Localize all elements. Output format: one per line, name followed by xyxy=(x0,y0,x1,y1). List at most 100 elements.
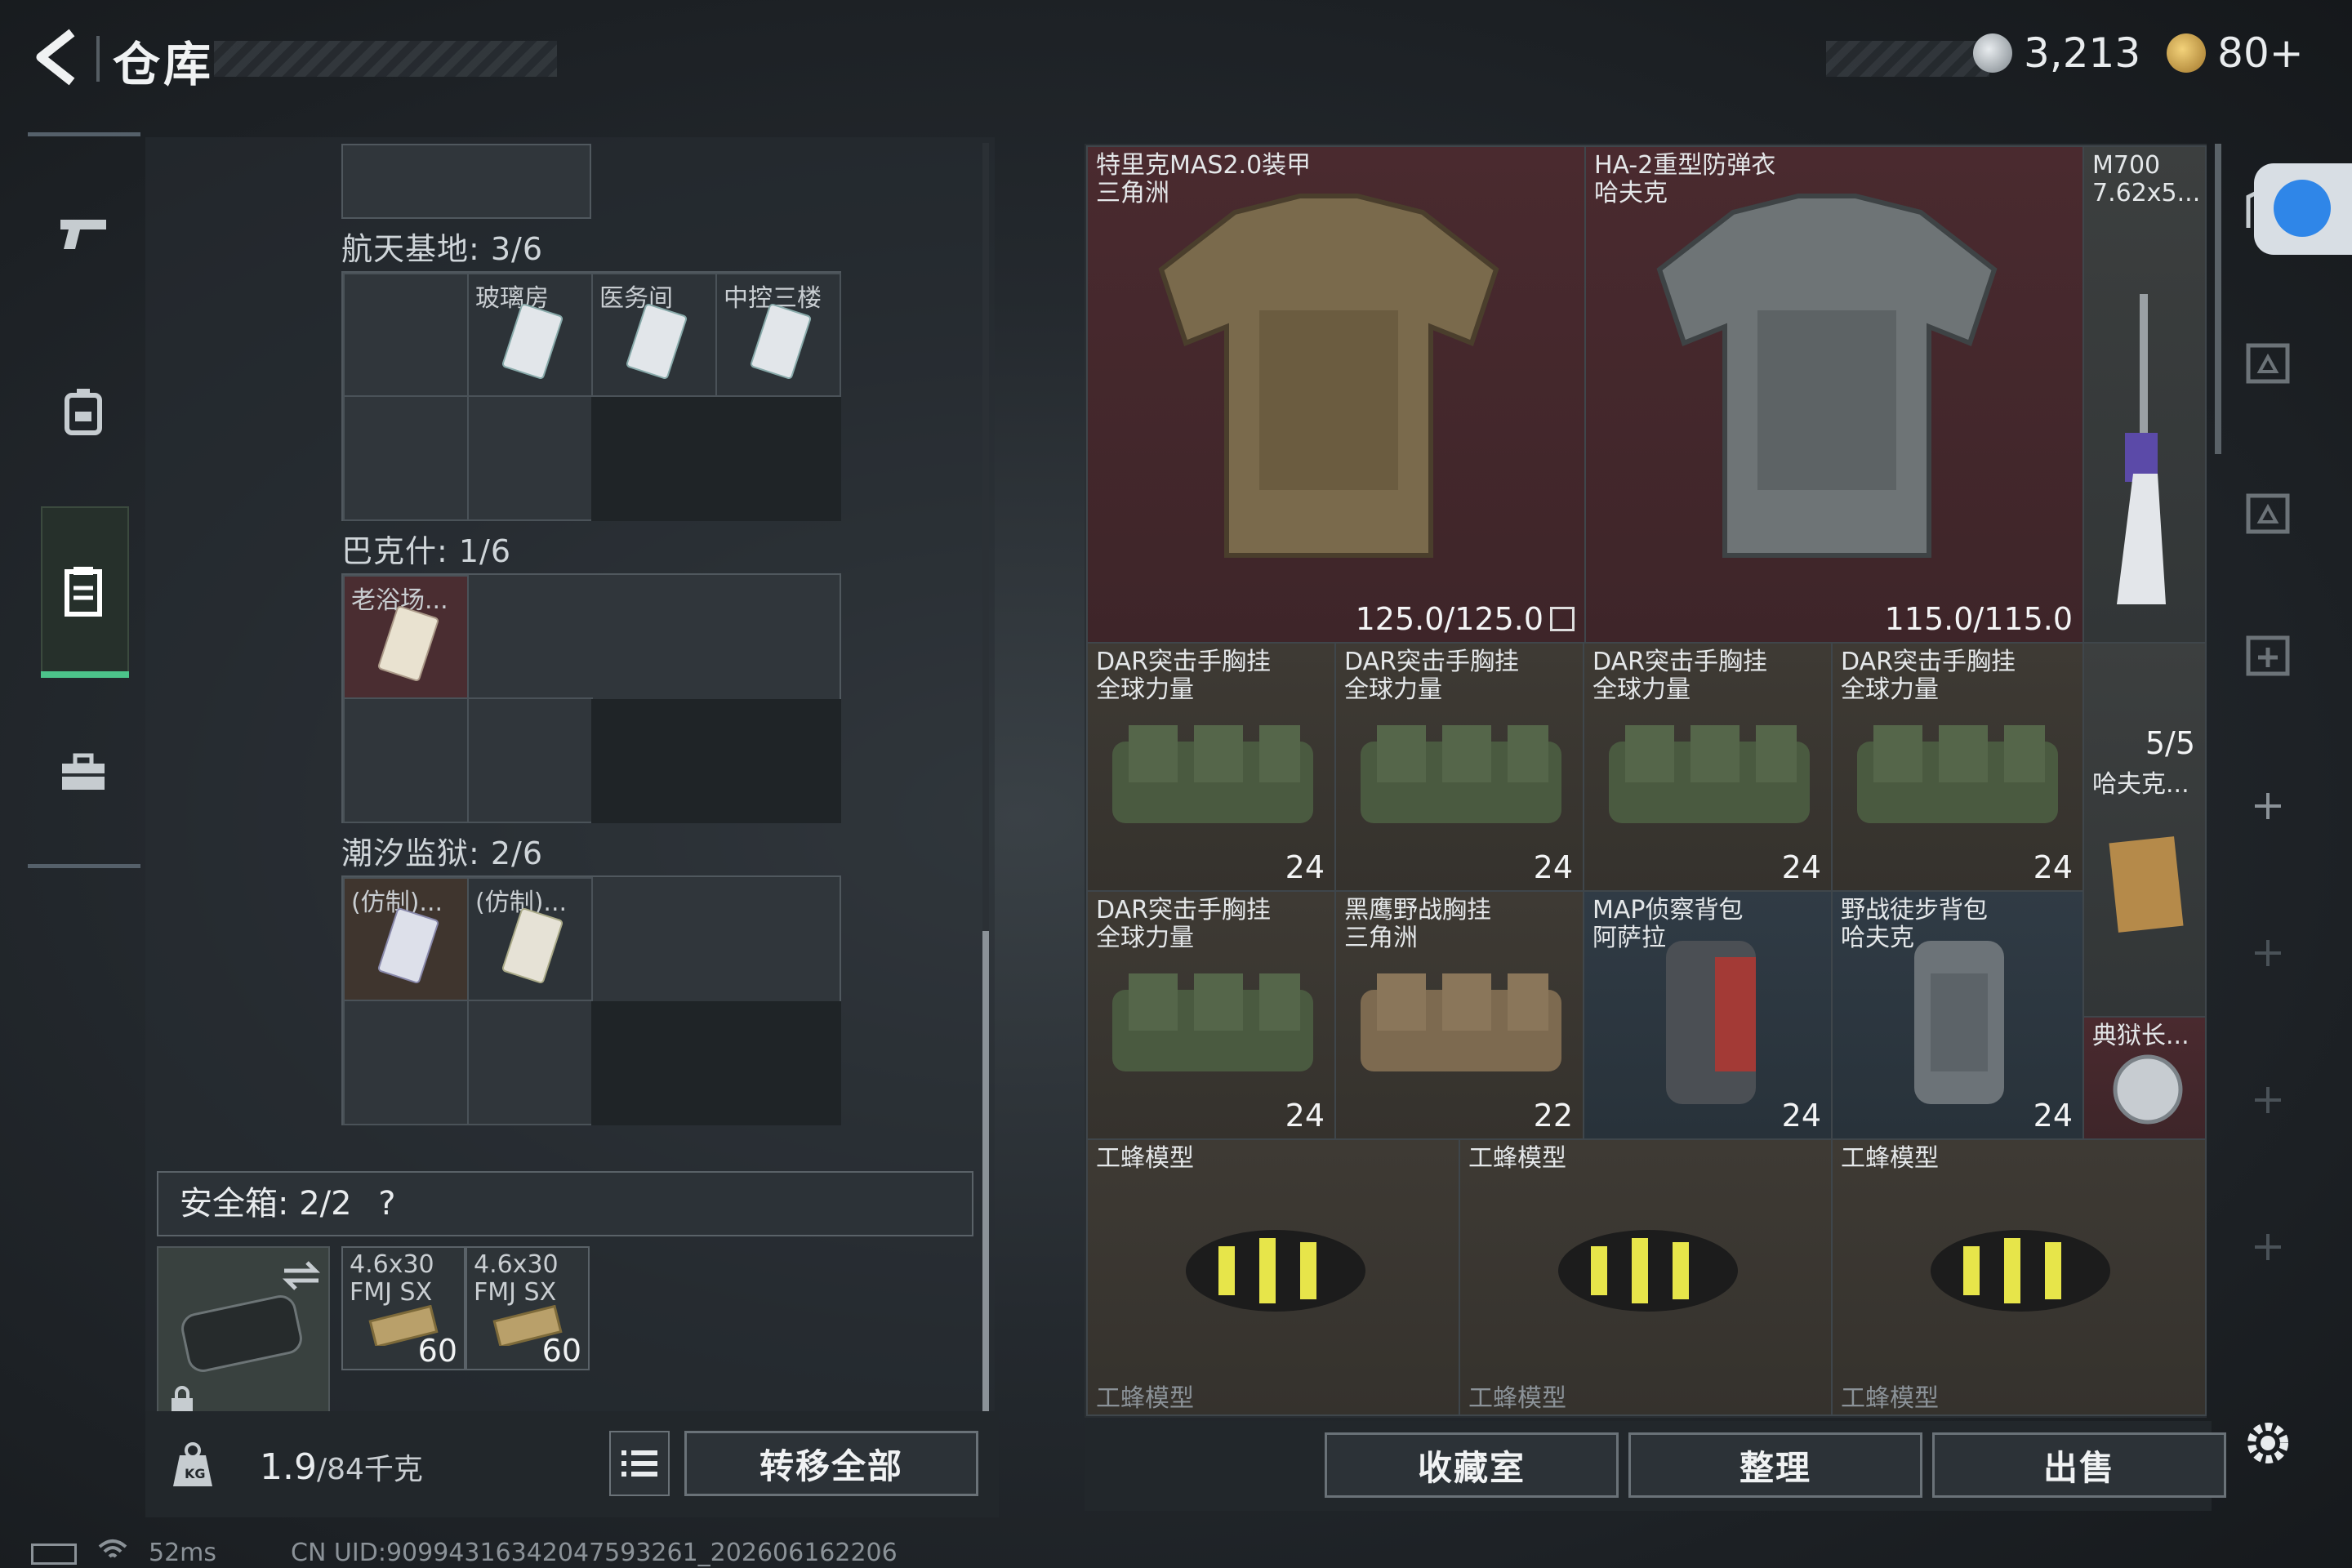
list-view-button[interactable] xyxy=(609,1431,670,1496)
section-label-aerospace: 航天基地: 3/6 xyxy=(341,231,544,267)
uid-text: CN UID:90994316342047593261_202606162206 xyxy=(291,1539,898,1567)
no-insure-icon xyxy=(1550,607,1575,631)
help-icon[interactable]: ? xyxy=(378,1185,395,1223)
nav-toolbox-icon[interactable] xyxy=(51,740,116,805)
item-name: 黑鹰野战胸挂 三角洲 xyxy=(1344,896,1491,952)
chest-rig-item[interactable]: 黑鹰野战胸挂 三角洲 22 xyxy=(1334,890,1584,1140)
keycard-item[interactable]: 玻璃房 xyxy=(467,273,593,397)
collection-room-button[interactable]: 收藏室 xyxy=(1325,1432,1619,1498)
ammo-item[interactable]: 4.6x30 FMJ SX 60 xyxy=(341,1246,466,1370)
settings-gear-icon[interactable] xyxy=(2239,1414,2296,1472)
chest-rig-item[interactable]: DAR突击手胸挂 全球力量 24 xyxy=(1831,642,2084,892)
count-stat: 5/5 xyxy=(2145,725,2195,761)
left-scrollbar-thumb[interactable] xyxy=(982,931,989,1417)
item-name: 工蜂模型 xyxy=(1841,1384,1939,1413)
sell-button[interactable]: 出售 xyxy=(1932,1432,2226,1498)
item-name: 工蜂模型 xyxy=(1468,1384,1566,1413)
nav-storage-icon[interactable] xyxy=(51,559,116,624)
durability-stat: 115.0/115.0 xyxy=(1884,601,2073,637)
ping-value: 52ms xyxy=(149,1539,217,1567)
grid-mask xyxy=(591,1001,841,1125)
silver-coin-icon xyxy=(1973,33,2012,73)
ammo-count: 60 xyxy=(541,1333,581,1369)
safe-case-item[interactable] xyxy=(157,1246,330,1419)
nav-bottom-line xyxy=(28,864,140,868)
storage-slot-icon[interactable] xyxy=(2239,485,2296,542)
nav-backpack-icon[interactable] xyxy=(51,379,116,444)
document-item[interactable]: 5/5 哈夫克... xyxy=(2082,642,2207,1018)
empty-slot[interactable] xyxy=(343,273,469,397)
keycard-item[interactable]: 老浴场... xyxy=(343,575,469,699)
plus-icon[interactable] xyxy=(2239,924,2296,982)
keycard-item[interactable]: (仿制)... xyxy=(343,877,469,1001)
ammo-count: 60 xyxy=(417,1333,457,1369)
armor-item[interactable]: 特里克MAS2.0装甲 三角洲 125.0/125.0 xyxy=(1086,145,1586,644)
header-hatch xyxy=(214,41,557,77)
item-name: DAR突击手胸挂 全球力量 xyxy=(1344,648,1519,704)
empty-slot[interactable] xyxy=(343,1000,469,1125)
organize-button[interactable]: 整理 xyxy=(1628,1432,1922,1498)
capacity-stat: 24 xyxy=(1285,1098,1325,1134)
list-icon xyxy=(621,1450,657,1477)
item-name: DAR突击手胸挂 全球力量 xyxy=(1592,648,1767,704)
chest-rig-item[interactable]: DAR突击手胸挂 全球力量 24 xyxy=(1583,642,1833,892)
item-name: DAR突击手胸挂 全球力量 xyxy=(1841,648,2016,704)
grid-top-remnant xyxy=(341,144,591,219)
chest-rig-item[interactable]: DAR突击手胸挂 全球力量 24 xyxy=(1086,890,1336,1140)
plus-icon[interactable] xyxy=(2239,1218,2296,1276)
item-name: 工蜂模型 xyxy=(1096,1384,1194,1413)
empty-slot[interactable] xyxy=(343,697,469,823)
weight-display: 1.9/84千克 xyxy=(260,1446,423,1488)
transfer-all-button[interactable]: 转移全部 xyxy=(684,1431,978,1496)
capacity-stat: 24 xyxy=(2033,849,2073,885)
empty-slot[interactable] xyxy=(467,1000,593,1125)
status-footer: 52ms CN UID:90994316342047593261_2026061… xyxy=(0,1535,2352,1568)
capacity-stat: 24 xyxy=(1781,1098,1821,1134)
medal-item[interactable]: 典狱长... xyxy=(2082,1016,2207,1140)
plus-icon[interactable] xyxy=(2239,777,2296,835)
section-label-bakhsh: 巴克什: 1/6 xyxy=(341,533,512,569)
grid-mask xyxy=(591,699,841,823)
capacity-stat: 24 xyxy=(2033,1098,2073,1134)
keycard-item[interactable]: (仿制)... xyxy=(467,877,593,1001)
weight-current: 1.9 xyxy=(260,1446,317,1488)
keycard-item[interactable]: 医务间 xyxy=(591,273,717,397)
item-name: DAR突击手胸挂 全球力量 xyxy=(1096,896,1271,952)
empty-slot[interactable] xyxy=(467,395,593,521)
backpack-item[interactable]: MAP侦察背包 阿萨拉 24 xyxy=(1583,890,1833,1140)
capacity-stat: 24 xyxy=(1285,849,1325,885)
backpack-item[interactable]: 野战徒步背包 哈夫克 24 xyxy=(1831,890,2084,1140)
accessibility-icon xyxy=(2274,180,2331,237)
armor-item[interactable]: HA-2重型防弹衣 哈夫克 115.0/115.0 xyxy=(1584,145,2084,644)
safe-box-label: 安全箱: 2/2 xyxy=(180,1185,352,1223)
storage-slot-icon[interactable] xyxy=(2239,335,2296,392)
chest-rig-item[interactable]: DAR突击手胸挂 全球力量 24 xyxy=(1086,642,1336,892)
worker-bee-model-item[interactable]: 工蜂模型 工蜂模型 xyxy=(1086,1138,1460,1416)
swap-icon[interactable] xyxy=(281,1259,322,1292)
nav-weapon-icon[interactable] xyxy=(51,201,116,266)
keycard-item[interactable]: 中控三楼 xyxy=(715,273,841,397)
plus-icon[interactable] xyxy=(2239,1071,2296,1129)
currency-gold-value: 80+ xyxy=(2217,29,2304,77)
wifi-icon xyxy=(96,1535,129,1568)
item-name: DAR突击手胸挂 全球力量 xyxy=(1096,648,1271,704)
header-divider xyxy=(96,36,100,82)
empty-slot[interactable] xyxy=(467,697,593,823)
right-scrollbar[interactable] xyxy=(2215,144,2221,454)
currency-display[interactable]: 3,213 80+ xyxy=(1973,29,2304,77)
item-name: M700 7.62x5... xyxy=(2092,151,2201,207)
section-label-tidal-prison: 潮汐监狱: 2/6 xyxy=(341,835,544,871)
battery-icon xyxy=(31,1544,77,1565)
svg-text:KG: KG xyxy=(185,1466,206,1481)
ammo-item[interactable]: 4.6x30 FMJ SX 60 xyxy=(466,1246,590,1370)
capacity-stat: 24 xyxy=(1533,849,1573,885)
accessibility-button[interactable] xyxy=(2254,163,2352,255)
add-storage-icon[interactable] xyxy=(2239,627,2296,684)
worker-bee-model-item[interactable]: 工蜂模型 工蜂模型 xyxy=(1831,1138,2207,1416)
chest-rig-item[interactable]: DAR突击手胸挂 全球力量 24 xyxy=(1334,642,1584,892)
durability-stat: 125.0/125.0 xyxy=(1356,601,1575,637)
empty-slot[interactable] xyxy=(343,395,469,521)
back-arrow-icon[interactable] xyxy=(26,24,91,90)
worker-bee-model-item[interactable]: 工蜂模型 工蜂模型 xyxy=(1459,1138,1833,1416)
rifle-item[interactable]: M700 7.62x5... xyxy=(2082,145,2207,644)
